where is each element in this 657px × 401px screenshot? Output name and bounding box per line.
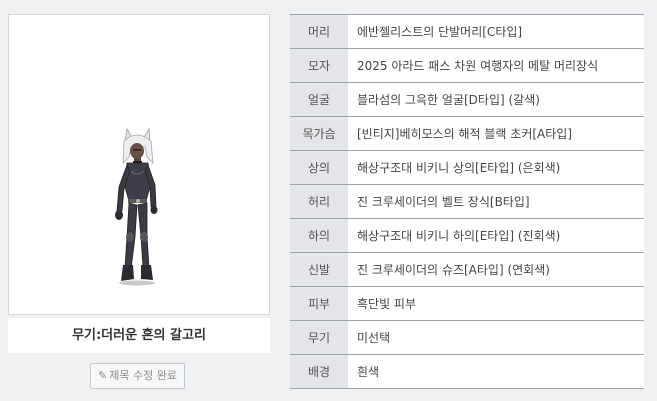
table-row: 허리 진 크루세이더의 벨트 장식[B타입] (290, 184, 644, 219)
slot-value: 미선택 (348, 320, 644, 355)
pencil-icon: ✎ (98, 369, 108, 382)
table-row: 모자 2025 아라드 패스 차원 여행자의 메탈 머리장식 (290, 48, 644, 83)
equipment-table: 머리 에반젤리스트의 단발머리[C타입] 모자 2025 아라드 패스 차원 여… (290, 14, 644, 389)
slot-value: [빈티지]베히모스의 해적 블랙 초커[A타입] (348, 116, 644, 151)
character-sprite (107, 127, 171, 287)
slot-value: 흰색 (348, 354, 644, 389)
slot-label: 목가슴 (290, 116, 348, 151)
avatar-preview-box (8, 14, 270, 315)
slot-label: 신발 (290, 252, 348, 287)
slot-label: 모자 (290, 48, 348, 83)
slot-label: 배경 (290, 354, 348, 389)
slot-label: 무기 (290, 320, 348, 355)
avatar-preview-panel: 무기:더러운 혼의 갈고리 (8, 14, 270, 353)
slot-label: 얼굴 (290, 82, 348, 117)
table-row: 얼굴 블라섬의 그윽한 얼굴[D타입] (갈색) (290, 82, 644, 117)
table-row: 하의 해상구조대 비키니 하의[E타입] (진회색) (290, 218, 644, 253)
slot-label: 상의 (290, 150, 348, 185)
slot-label: 머리 (290, 14, 348, 49)
slot-value: 해상구조대 비키니 하의[E타입] (진회색) (348, 218, 644, 253)
table-row: 머리 에반젤리스트의 단발머리[C타입] (290, 14, 644, 49)
table-row: 목가슴 [빈티지]베히모스의 해적 블랙 초커[A타입] (290, 116, 644, 151)
slot-value: 블라섬의 그윽한 얼굴[D타입] (갈색) (348, 82, 644, 117)
slot-value: 흑단빛 피부 (348, 286, 644, 321)
table-row: 상의 해상구조대 비키니 상의[E타입] (은회색) (290, 150, 644, 185)
table-row: 신발 진 크루세이더의 슈즈[A타입] (연회색) (290, 252, 644, 287)
slot-value: 2025 아라드 패스 차원 여행자의 메탈 머리장식 (348, 48, 644, 83)
slot-label: 피부 (290, 286, 348, 321)
table-row: 피부 흑단빛 피부 (290, 286, 644, 321)
slot-label: 허리 (290, 184, 348, 219)
slot-value: 진 크루세이더의 벨트 장식[B타입] (348, 184, 644, 219)
edit-title-complete-button[interactable]: ✎ 제목 수정 완료 (90, 363, 185, 389)
slot-value: 에반젤리스트의 단발머리[C타입] (348, 14, 644, 49)
edit-title-complete-label: 제목 수정 완료 (109, 369, 177, 382)
slot-value: 해상구조대 비키니 상의[E타입] (은회색) (348, 150, 644, 185)
slot-value: 진 크루세이더의 슈즈[A타입] (연회색) (348, 252, 644, 287)
weapon-caption: 무기:더러운 혼의 갈고리 (8, 318, 270, 353)
table-row: 배경 흰색 (290, 354, 644, 389)
table-row: 무기 미선택 (290, 320, 644, 355)
slot-label: 하의 (290, 218, 348, 253)
